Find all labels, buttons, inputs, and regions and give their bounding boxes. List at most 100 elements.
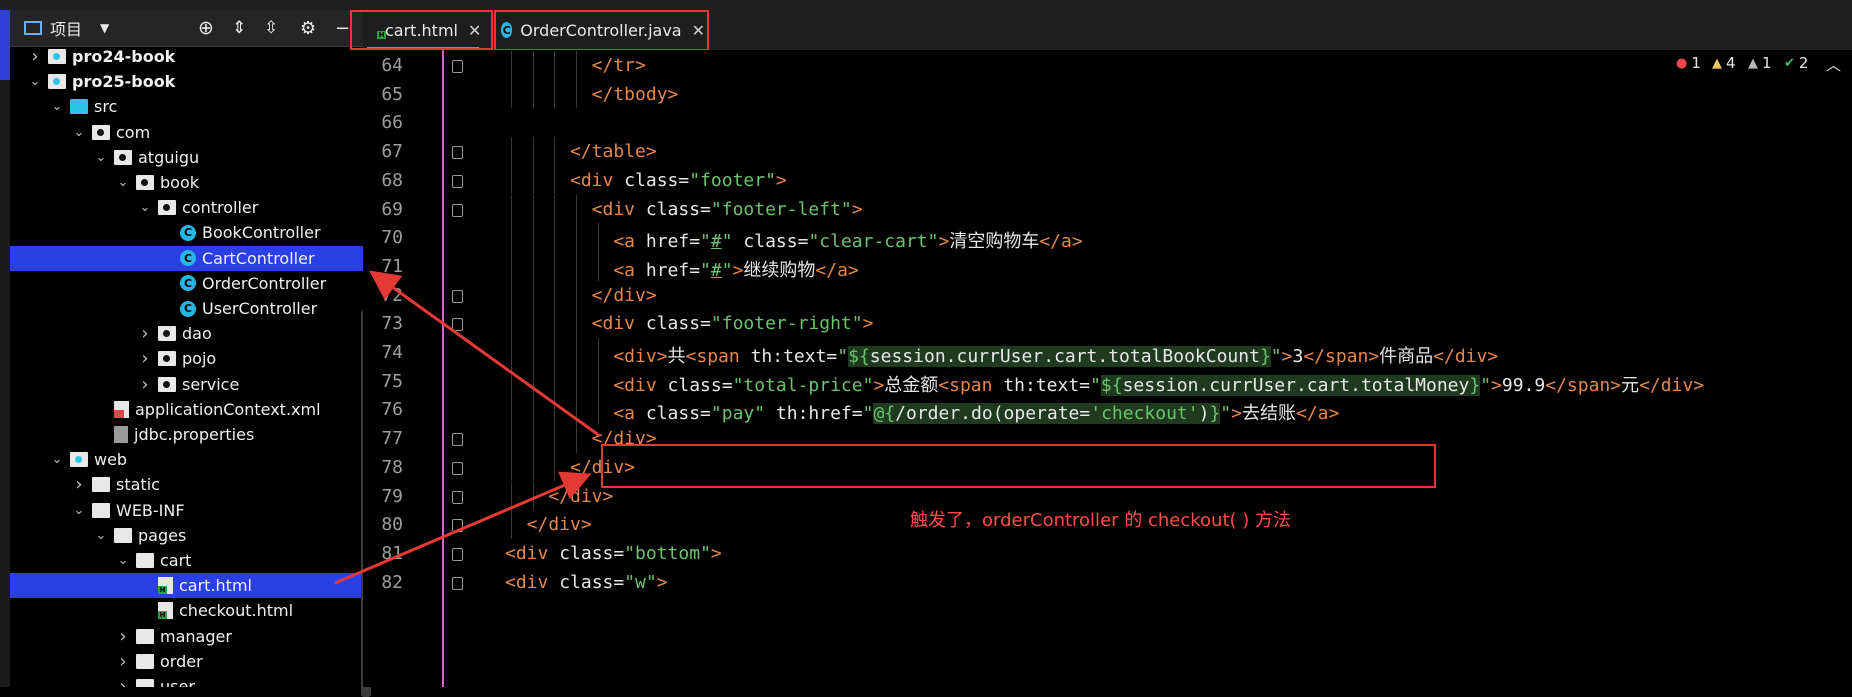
code-line[interactable]: <div class="footer-left"> bbox=[592, 199, 863, 220]
tree-item-usercontroller[interactable]: C UserController bbox=[10, 296, 363, 321]
tree-item-cart-html[interactable]: cart.html bbox=[10, 573, 363, 599]
tree-item-jdbc-properties[interactable]: jdbc.properties bbox=[10, 422, 363, 447]
chevron-down-icon[interactable]: ⌄ bbox=[72, 125, 86, 140]
code-line[interactable]: <div class="bottom"> bbox=[505, 543, 722, 564]
tree-item-pojo[interactable]: › pojo bbox=[10, 346, 363, 371]
chevron-down-icon[interactable]: ⌄ bbox=[116, 175, 130, 190]
chevron-right-icon[interactable]: › bbox=[72, 474, 86, 495]
code-line[interactable]: </tr> bbox=[592, 55, 646, 76]
tree-item-cartcontroller[interactable]: C CartController bbox=[10, 245, 363, 271]
indent-guide bbox=[511, 338, 512, 367]
tree-item-pro25-book[interactable]: ⌄ pro25-book bbox=[10, 69, 363, 94]
chevron-right-icon[interactable]: › bbox=[138, 348, 152, 369]
code-line[interactable]: </div> bbox=[548, 486, 613, 507]
tree-item-web[interactable]: ⌄ web bbox=[10, 447, 363, 472]
expand-all-icon[interactable]: ⇕ bbox=[232, 10, 246, 46]
chevron-right-icon[interactable]: › bbox=[116, 626, 130, 647]
code-line[interactable]: </div> bbox=[527, 514, 592, 535]
tree-item-pages[interactable]: ⌄ pages bbox=[10, 523, 363, 548]
tree-item-order[interactable]: › order bbox=[10, 649, 363, 674]
chevron-down-icon[interactable]: ⌄ bbox=[50, 452, 64, 467]
minimize-icon[interactable]: − bbox=[335, 10, 350, 46]
chevron-down-icon[interactable]: ⌄ bbox=[94, 528, 108, 543]
chevron-up-icon[interactable]: ︿ bbox=[1826, 54, 1841, 75]
chevron-right-icon[interactable]: › bbox=[138, 323, 152, 344]
tree-item-dao[interactable]: › dao bbox=[10, 321, 363, 346]
code-token: <span bbox=[938, 374, 1004, 396]
code-token: href= bbox=[645, 259, 701, 281]
tree-item-pro24-book[interactable]: › pro24-book bbox=[10, 46, 363, 69]
collapse-all-icon[interactable]: ⇳ bbox=[264, 10, 278, 46]
code-token: > bbox=[873, 374, 885, 396]
chevron-down-icon[interactable]: ⌄ bbox=[72, 503, 86, 518]
highlight-box-ordercontroller-tab bbox=[494, 10, 709, 51]
code-line[interactable]: </tbody> bbox=[592, 84, 679, 105]
locate-icon[interactable]: ⊕ bbox=[198, 10, 214, 46]
fold-marker-icon[interactable] bbox=[452, 289, 463, 303]
tree-item-src[interactable]: ⌄ src bbox=[10, 94, 363, 119]
chevron-down-icon[interactable]: ⌄ bbox=[116, 553, 130, 568]
chevron-right-icon[interactable]: › bbox=[138, 374, 152, 395]
fold-marker-icon[interactable] bbox=[452, 547, 463, 561]
code-token: "footer-left" bbox=[710, 198, 852, 220]
chevron-right-icon[interactable]: › bbox=[28, 46, 42, 67]
tree-item-atguigu[interactable]: ⌄ atguigu bbox=[10, 145, 363, 170]
tree-item-checkout-html[interactable]: checkout.html bbox=[10, 598, 363, 623]
tree-item-service[interactable]: › service bbox=[10, 372, 363, 397]
project-tool-button[interactable] bbox=[0, 10, 10, 80]
tree-item-bookcontroller[interactable]: C BookController bbox=[10, 220, 363, 245]
tree-item-user[interactable]: › user bbox=[10, 674, 363, 687]
tree-item-web-inf[interactable]: ⌄ WEB-INF bbox=[10, 498, 363, 523]
highlight-box-pay-link bbox=[601, 444, 1436, 488]
tree-item-cart[interactable]: ⌄ cart bbox=[10, 548, 363, 573]
line-number: 76 bbox=[381, 399, 403, 421]
tree-item-label: src bbox=[94, 97, 118, 117]
code-line[interactable]: <a href="#">继续购物</a> bbox=[613, 256, 858, 282]
chevron-right-icon[interactable]: › bbox=[116, 676, 130, 687]
indent-guide bbox=[554, 79, 556, 109]
chevron-down-icon[interactable]: ⌄ bbox=[94, 150, 108, 165]
fold-marker-icon[interactable] bbox=[452, 490, 463, 504]
tree-item-manager[interactable]: › manager bbox=[10, 624, 363, 649]
tree-item-ordercontroller[interactable]: C OrderController bbox=[10, 271, 363, 296]
fold-marker-icon[interactable] bbox=[452, 174, 463, 188]
fold-marker-icon[interactable] bbox=[452, 318, 463, 332]
code-line[interactable]: <a href="#" class="clear-cart">清空购物车</a> bbox=[613, 227, 1082, 253]
chevron-right-icon[interactable]: › bbox=[116, 651, 130, 672]
fold-marker-icon[interactable] bbox=[452, 433, 463, 447]
inspection-warning[interactable]: ▲ 4 bbox=[1712, 54, 1736, 72]
code-line[interactable]: </div> bbox=[592, 285, 657, 306]
fold-marker-icon[interactable] bbox=[452, 576, 463, 590]
line-number: 70 bbox=[381, 227, 403, 249]
tree-item-applicationcontext-xml[interactable]: applicationContext.xml bbox=[10, 397, 363, 422]
fold-marker-icon[interactable] bbox=[452, 519, 463, 533]
inspection-error[interactable]: ● 1 bbox=[1676, 54, 1701, 72]
chevron-down-icon[interactable]: ⌄ bbox=[28, 74, 42, 89]
inspection-check[interactable]: ✔ 2 bbox=[1784, 54, 1808, 72]
code-line[interactable]: <div class="total-price">总金额<span th:tex… bbox=[613, 371, 1704, 397]
code-line[interactable]: <div class="w"> bbox=[505, 572, 668, 593]
code-line[interactable]: <a class="pay" th:href="@{/order.do(oper… bbox=[613, 399, 1339, 425]
fold-marker-icon[interactable] bbox=[452, 146, 463, 160]
indent-guide bbox=[597, 251, 599, 281]
chevron-down-icon[interactable]: ⌄ bbox=[50, 99, 64, 114]
code-line[interactable]: <div class="footer"> bbox=[570, 170, 787, 191]
code-line[interactable]: <div class="footer-right"> bbox=[592, 313, 874, 334]
fold-marker-icon[interactable] bbox=[452, 60, 463, 73]
chevron-down-icon[interactable]: ⌄ bbox=[138, 200, 152, 215]
tree-item-book[interactable]: ⌄ book bbox=[10, 170, 363, 195]
code-line[interactable]: <div>共<span th:text="${session.currUser.… bbox=[613, 342, 1498, 368]
tree-item-static[interactable]: › static bbox=[10, 472, 363, 497]
inspection-count: 1 bbox=[1691, 54, 1701, 72]
line-number: 67 bbox=[381, 141, 403, 163]
inspection-weak-warning[interactable]: ▲ 1 bbox=[1748, 54, 1772, 72]
fold-marker-icon[interactable] bbox=[452, 203, 463, 217]
project-view-selector[interactable]: 项目 ▼ bbox=[24, 10, 109, 46]
gear-icon[interactable]: ⚙ bbox=[300, 10, 316, 46]
fold-marker-icon[interactable] bbox=[452, 461, 463, 475]
tree-item-controller[interactable]: ⌄ controller bbox=[10, 195, 363, 220]
code-line[interactable]: </table> bbox=[570, 141, 657, 162]
code-editor[interactable] bbox=[485, 50, 1852, 687]
tree-item-com[interactable]: ⌄ com bbox=[10, 120, 363, 145]
code-token: class= bbox=[645, 313, 711, 335]
